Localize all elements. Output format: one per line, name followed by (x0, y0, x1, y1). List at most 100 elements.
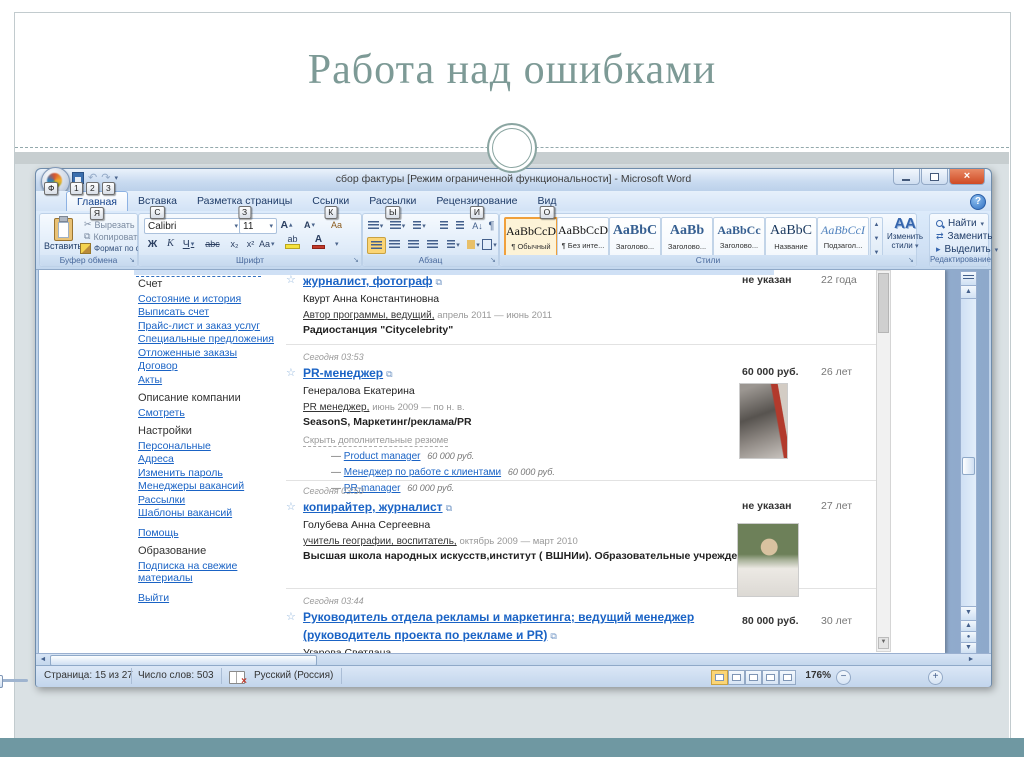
find-button[interactable]: Найти ▾ (936, 218, 984, 229)
star-icon[interactable]: ☆ (286, 610, 296, 623)
borders-button[interactable]: ▾ (481, 237, 498, 252)
grow-font-button[interactable]: А ▾ (279, 217, 294, 232)
show-marks-button[interactable]: ¶ (483, 218, 500, 233)
paragraph-dialog-launcher-icon[interactable] (489, 257, 497, 265)
position-link[interactable]: Автор программы, ведущий, (303, 310, 435, 321)
resume-title-link[interactable]: копирайтер, журналист (303, 500, 443, 514)
resume-title-link[interactable]: PR-менеджер (303, 366, 383, 380)
sidebar-link[interactable]: Менеджеры вакансий (138, 480, 288, 493)
strikethrough-button[interactable]: abc (205, 236, 220, 251)
clipboard-dialog-launcher-icon[interactable] (128, 257, 136, 265)
tab-mailings[interactable]: Рассылки Ы (359, 191, 426, 219)
italic-button[interactable]: К (163, 236, 178, 251)
numbering-button[interactable]: ▾ (389, 218, 406, 233)
webpage-scroll-down-icon[interactable]: ▼ (878, 637, 889, 649)
justify-button[interactable] (424, 237, 441, 252)
decrease-indent-button[interactable] (435, 218, 452, 233)
sidebar-link[interactable]: Рассылки (138, 494, 288, 507)
font-color-button[interactable]: А (311, 234, 326, 249)
position-link[interactable]: PR менеджер, (303, 402, 369, 413)
cut-button[interactable]: ✂ Вырезать (84, 219, 135, 230)
web-layout-view-button[interactable] (745, 670, 762, 685)
underline-button[interactable]: Ч ▾ (181, 236, 196, 251)
sidebar-link[interactable]: Выйти (138, 592, 288, 605)
zoom-slider-thumb[interactable] (0, 674, 3, 688)
page-indicator[interactable]: Страница: 15 из 27 (44, 670, 133, 681)
shading-button[interactable]: ▾ (465, 237, 482, 252)
vertical-scrollbar[interactable] (960, 298, 977, 608)
font-color-arrow-icon[interactable]: ▾ (335, 240, 339, 248)
ruler-toggle-button[interactable] (960, 271, 977, 286)
sidebar-link[interactable]: Акты (138, 374, 288, 387)
outline-view-button[interactable] (762, 670, 779, 685)
zoom-slider[interactable] (0, 674, 28, 688)
tab-view[interactable]: Вид О (527, 191, 566, 219)
sidebar-link[interactable]: Подписка на свежие материалы (138, 560, 288, 585)
vertical-scrollbar-thumb[interactable] (962, 457, 975, 475)
superscript-button[interactable]: x² (243, 236, 258, 251)
select-button[interactable]: ▸ Выделить ▾ (936, 244, 998, 255)
star-icon[interactable]: ☆ (286, 273, 296, 286)
position-link[interactable]: учитель географии, воспитатель, (303, 536, 457, 547)
fullscreen-view-button[interactable] (728, 670, 745, 685)
restore-button[interactable] (921, 169, 948, 185)
tab-review[interactable]: Рецензирование И (426, 191, 527, 219)
draft-view-button[interactable] (779, 670, 796, 685)
proofing-errors-icon[interactable] (229, 671, 247, 687)
highlight-button[interactable]: ab (285, 234, 300, 249)
tab-page-layout[interactable]: Разметка страницы З (187, 191, 302, 219)
styles-scroll-up-icon[interactable]: ▲ (874, 222, 880, 228)
sidebar-link[interactable]: Изменить пароль (138, 467, 288, 480)
multilevel-list-button[interactable]: ▾ (411, 218, 428, 233)
sidebar-link[interactable]: Специальные предложения (138, 333, 288, 346)
language-indicator[interactable]: Русский (Россия) (254, 670, 333, 681)
align-center-button[interactable] (386, 237, 403, 252)
sidebar-link[interactable]: Выписать счет (138, 306, 288, 319)
candidate-photo[interactable] (739, 383, 788, 459)
sidebar-link[interactable]: Смотреть (138, 407, 288, 420)
replace-button[interactable]: ⇄ Заменить (936, 231, 992, 242)
document-page[interactable]: Счет Состояние и история Выписать счет П… (39, 270, 945, 654)
zoom-level[interactable]: 176% (805, 670, 831, 681)
print-layout-view-button[interactable] (711, 670, 728, 685)
clear-formatting-button[interactable]: Aa (329, 217, 344, 232)
align-right-button[interactable] (405, 237, 422, 252)
styles-scroll-down-icon[interactable]: ▼ (874, 236, 880, 242)
bullets-button[interactable]: ▾ (367, 218, 384, 233)
star-icon[interactable]: ☆ (286, 500, 296, 513)
sidebar-link[interactable]: Состояние и история (138, 293, 288, 306)
resume-title-link[interactable]: Руководитель отдела рекламы и маркетинга… (303, 610, 694, 642)
change-styles-button[interactable]: АА Изменить стили ▾ (884, 216, 926, 260)
webpage-scrollbar-thumb[interactable] (878, 273, 889, 333)
increase-indent-button[interactable] (451, 218, 468, 233)
close-button[interactable]: × (949, 169, 985, 185)
extra-resume-link[interactable]: Менеджер по работе с клиентами (344, 467, 501, 478)
sidebar-link[interactable]: Прайс-лист и заказ услуг (138, 320, 288, 333)
sidebar-link[interactable]: Персональные (138, 440, 288, 453)
subscript-button[interactable]: x₂ (227, 236, 242, 251)
zoom-out-button[interactable]: − (836, 670, 851, 685)
tab-references[interactable]: Ссылки К (302, 191, 359, 219)
qat-customize-icon[interactable]: ▾ (114, 174, 118, 182)
scroll-right-icon[interactable]: ► (965, 655, 977, 665)
candidate-photo[interactable] (737, 523, 799, 597)
external-link-icon[interactable]: ⧉ (386, 369, 392, 379)
scroll-down-button[interactable]: ▼ (960, 606, 977, 621)
line-spacing-button[interactable]: ▾ (445, 237, 462, 252)
external-link-icon[interactable]: ⧉ (550, 631, 556, 641)
help-icon[interactable]: ? (970, 194, 986, 210)
extra-resume-link[interactable]: Product manager (344, 451, 421, 462)
resume-title-link[interactable]: журналист, фотограф (303, 274, 433, 288)
star-icon[interactable]: ☆ (286, 366, 296, 379)
change-case-button[interactable]: Aa ▾ (259, 236, 275, 251)
font-name-combo[interactable]: Calibri ▾ (144, 218, 242, 234)
sidebar-link[interactable]: Шаблоны вакансий (138, 507, 288, 520)
word-count[interactable]: Число слов: 503 (138, 670, 214, 681)
hide-extra-resumes-link[interactable]: Скрыть дополнительные резюме (303, 435, 763, 447)
sidebar-link[interactable]: Отложенные заказы (138, 347, 288, 360)
sidebar-link[interactable]: Помощь (138, 527, 288, 540)
scroll-left-icon[interactable]: ◄ (37, 655, 49, 665)
bold-button[interactable]: Ж (145, 236, 160, 251)
external-link-icon[interactable]: ⧉ (446, 503, 452, 513)
copy-button[interactable]: ⧉ Копировать (84, 231, 142, 242)
